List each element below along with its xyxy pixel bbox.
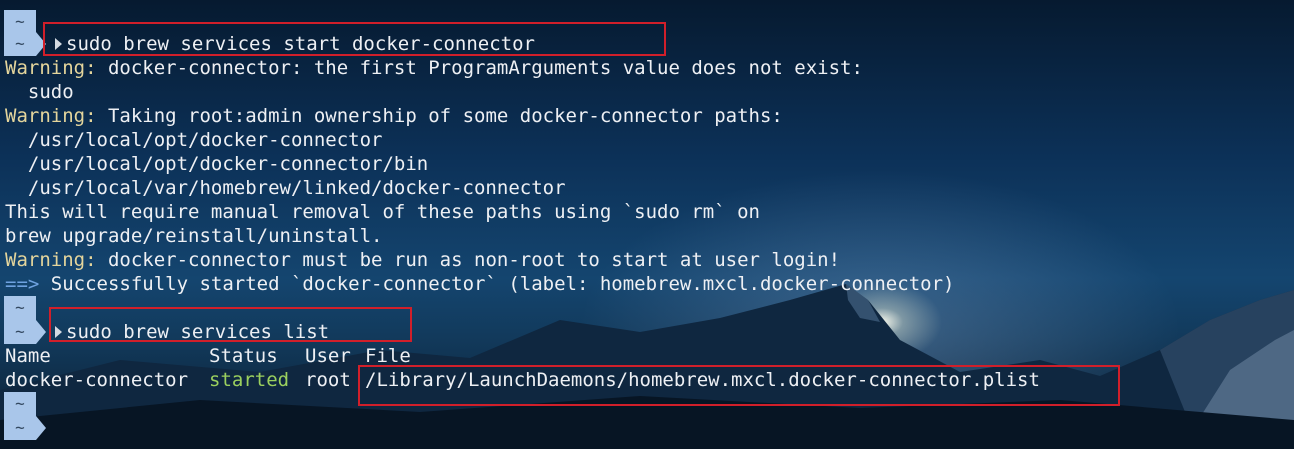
prompt-chevron [36, 320, 46, 344]
warning-line: Warning: docker-connector: the first Pro… [5, 56, 863, 80]
service-status: started [209, 369, 290, 391]
note-line: This will require manual removal of thes… [5, 201, 760, 223]
service-name: docker-connector [5, 369, 189, 391]
warning-detail: sudo [5, 81, 74, 103]
warning-text: docker-connector: the first ProgramArgum… [96, 57, 863, 79]
warning-text: docker-connector must be run as non-root… [96, 249, 841, 271]
path-line: /usr/local/opt/docker-connector/bin [5, 153, 429, 175]
warning-label: Warning: [5, 57, 97, 79]
note-line: brew upgrade/reinstall/uninstall. [5, 225, 383, 247]
warning-line: Warning: docker-connector must be run as… [5, 248, 840, 272]
prompt-segment: ~ [4, 296, 36, 320]
warning-label: Warning: [5, 105, 97, 127]
arrow-icon: ==> [5, 273, 40, 295]
table-header: Name Status User File [5, 344, 411, 368]
warning-line: Warning: Taking root:admin ownership of … [5, 104, 783, 128]
success-line: ==> Successfully started `docker-connect… [5, 272, 954, 296]
prompt-segment: ~ [4, 392, 36, 416]
header-status: Status [209, 345, 278, 367]
warning-label: Warning: [5, 249, 97, 271]
highlight-box [358, 365, 1120, 406]
prompt-tilde: ~ [15, 322, 25, 341]
success-text: Successfully started `docker-connector` … [39, 273, 955, 295]
header-file: File [365, 345, 411, 367]
highlight-box [43, 22, 666, 56]
prompt-segment: ~ [4, 32, 36, 56]
prompt-chevron [36, 416, 46, 440]
warning-text: Taking root:admin ownership of some dock… [96, 105, 783, 127]
prompt-tilde: ~ [15, 298, 25, 317]
prompt-tilde: ~ [15, 394, 25, 413]
header-user: User [305, 345, 351, 367]
prompt-segment: ~ [4, 320, 36, 344]
prompt-segment: ~ [4, 416, 36, 440]
path-line: /usr/local/opt/docker-connector [5, 129, 383, 151]
header-name: Name [5, 345, 51, 367]
prompt-segment: ~ [4, 10, 36, 34]
prompt-tilde: ~ [15, 418, 25, 437]
prompt-tilde: ~ [15, 34, 25, 53]
service-user: root [305, 369, 351, 391]
path-line: /usr/local/var/homebrew/linked/docker-co… [5, 177, 566, 199]
prompt-tilde: ~ [15, 12, 25, 31]
terminal-window: ~ ~ sudo brew services start docker-conn… [0, 0, 1294, 449]
highlight-box [49, 307, 412, 342]
